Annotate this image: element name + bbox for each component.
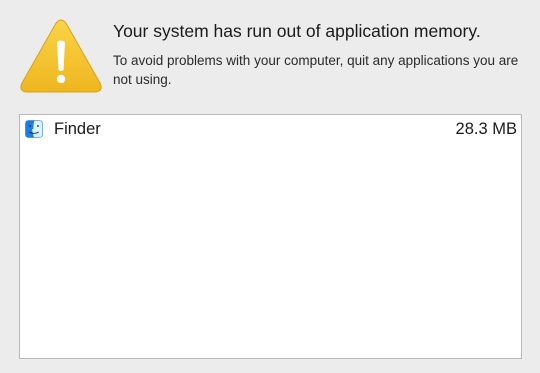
application-row-finder[interactable]: Finder 28.3 MB (20, 117, 521, 141)
warning-triangle-icon (20, 19, 102, 93)
finder-icon (25, 120, 43, 138)
application-memory-usage: 28.3 MB (455, 120, 517, 138)
application-name: Finder (54, 120, 101, 138)
alert-title: Your system has run out of application m… (113, 21, 481, 41)
application-list[interactable]: Finder 28.3 MB (19, 114, 522, 359)
alert-message: To avoid problems with your computer, qu… (113, 53, 519, 87)
